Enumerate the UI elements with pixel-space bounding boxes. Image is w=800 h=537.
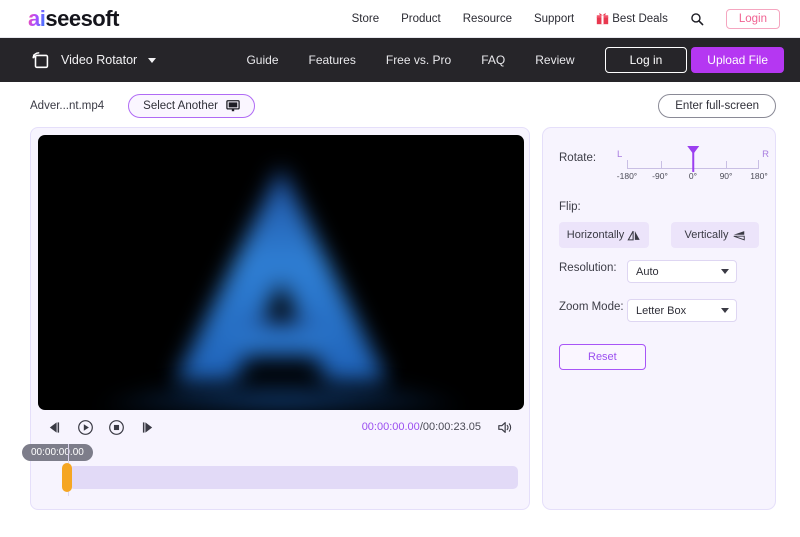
- zoom-mode-value: Letter Box: [636, 304, 687, 317]
- search-icon[interactable]: [690, 12, 704, 26]
- settings-panel: Rotate: L R -180° -90° 0° 90° 180° Flip:…: [542, 127, 776, 510]
- login-button-top[interactable]: Login: [725, 8, 780, 29]
- next-frame-button[interactable]: [139, 419, 170, 436]
- topnav-best-deals[interactable]: Best Deals: [596, 12, 668, 25]
- darknav-faq[interactable]: FAQ: [481, 53, 505, 67]
- chevron-down-icon[interactable]: [148, 57, 157, 63]
- login-button-nav[interactable]: Log in: [604, 47, 688, 73]
- brand-logo[interactable]: ai seesoft: [28, 6, 119, 32]
- flip-horizontally-label: Horizontally: [566, 229, 625, 241]
- reset-button[interactable]: Reset: [559, 344, 646, 370]
- logo-text-ai: ai: [28, 5, 46, 31]
- select-another-button[interactable]: Select Another: [128, 94, 255, 118]
- flip-horizontally-button[interactable]: Horizontally: [559, 222, 649, 248]
- select-another-label: Select Another: [143, 100, 218, 112]
- flip-vertically-button[interactable]: Vertically: [671, 222, 759, 248]
- tool-nav-links: Guide Features Free vs. Pro FAQ Review L…: [246, 47, 688, 73]
- tool-name-label: Video Rotator: [61, 53, 138, 67]
- rotate-slider-track[interactable]: [627, 152, 759, 172]
- editor-page: Adver...nt.mp4 Select Another Enter full…: [0, 82, 800, 537]
- rotate-tick-plus90: [725, 161, 727, 168]
- resolution-label: Resolution:: [559, 262, 617, 274]
- current-filename: Adver...nt.mp4: [30, 100, 105, 112]
- rotate-tool-icon: [30, 49, 52, 71]
- rotate-slider[interactable]: L R -180° -90° 0° 90° 180°: [617, 149, 769, 185]
- flip-control-row: Flip: Horizontally Vertically: [559, 201, 759, 248]
- video-floor-glow: [38, 350, 524, 410]
- topnav-product[interactable]: Product: [401, 13, 441, 25]
- rotate-ticklabel-0: -180°: [616, 171, 638, 181]
- topnav-store[interactable]: Store: [352, 13, 380, 25]
- timeline-time-tooltip: 00:00:00.00: [22, 444, 93, 461]
- flip-vertically-label: Vertically: [684, 229, 729, 241]
- darknav-free-vs-pro[interactable]: Free vs. Pro: [386, 53, 451, 67]
- resolution-select[interactable]: Auto: [627, 260, 737, 283]
- previous-frame-button[interactable]: [46, 419, 77, 436]
- timeline-track[interactable]: [69, 466, 518, 489]
- chevron-down-icon: [721, 269, 729, 274]
- best-deals-label: Best Deals: [612, 12, 668, 25]
- rotate-ticklabel-3: 90°: [719, 171, 733, 181]
- rotate-ticklabel-4: 180°: [750, 171, 768, 181]
- player-controls: 00:00:00.00/00:00:23.05: [38, 410, 522, 444]
- darknav-guide[interactable]: Guide: [246, 53, 278, 67]
- rotate-control-row: Rotate: L R -180° -90° 0° 90° 180°: [559, 149, 769, 185]
- tool-navigation-bar: Video Rotator Guide Features Free vs. Pr…: [0, 38, 800, 82]
- workspace: 00:00:00.00/00:00:23.05 00:00:00.00 Rota…: [0, 118, 800, 510]
- rotate-slider-thumb[interactable]: [692, 152, 694, 172]
- rotate-right-marker: R: [762, 149, 769, 160]
- rotate-tick-minus90: [660, 161, 662, 168]
- resolution-control-row: Resolution: Auto: [559, 260, 759, 283]
- video-preview[interactable]: [38, 135, 524, 410]
- timeline[interactable]: 00:00:00.00: [22, 444, 522, 509]
- volume-icon[interactable]: [481, 420, 514, 435]
- upload-file-button[interactable]: Upload File: [691, 47, 784, 73]
- time-readout: 00:00:00.00/00:00:23.05: [362, 421, 481, 433]
- darknav-review[interactable]: Review: [535, 53, 574, 67]
- tool-selector[interactable]: Video Rotator: [30, 49, 157, 71]
- flip-horizontal-icon: [627, 230, 641, 241]
- topnav-support[interactable]: Support: [534, 13, 574, 25]
- zoom-mode-control-row: Zoom Mode: Letter Box: [559, 299, 759, 322]
- rotate-tick-labels: -180° -90° 0° 90° 180°: [617, 171, 768, 185]
- zoom-mode-select[interactable]: Letter Box: [627, 299, 737, 322]
- chevron-down-icon: [721, 308, 729, 313]
- resolution-value: Auto: [636, 265, 659, 278]
- flip-buttons: Horizontally Vertically: [559, 222, 759, 248]
- current-time-label: 00:00:00.00: [361, 421, 420, 433]
- file-bar: Adver...nt.mp4 Select Another Enter full…: [0, 82, 800, 118]
- preview-pane: 00:00:00.00/00:00:23.05 00:00:00.00: [22, 127, 530, 510]
- rotate-left-marker: L: [617, 149, 623, 160]
- gift-icon: [596, 12, 609, 25]
- flip-label: Flip:: [559, 201, 581, 213]
- play-button[interactable]: [77, 419, 108, 436]
- total-time-label: 00:00:23.05: [422, 421, 481, 433]
- top-navigation: Store Product Resource Support Best Deal…: [352, 8, 780, 29]
- stop-button[interactable]: [108, 419, 139, 436]
- monitor-icon: [226, 100, 240, 112]
- logo-text-seesoft: seesoft: [45, 5, 119, 31]
- flip-vertical-icon: [732, 230, 746, 241]
- rotate-ticklabel-2: 0°: [688, 171, 698, 181]
- rotate-ticklabel-1: -90°: [652, 171, 668, 181]
- darknav-features[interactable]: Features: [309, 53, 356, 67]
- enter-fullscreen-button[interactable]: Enter full-screen: [658, 94, 776, 118]
- top-header-bar: ai seesoft Store Product Resource Support…: [0, 0, 800, 38]
- timeline-playhead-handle[interactable]: [62, 463, 72, 492]
- topnav-resource[interactable]: Resource: [463, 13, 512, 25]
- zoom-mode-label: Zoom Mode:: [559, 301, 624, 313]
